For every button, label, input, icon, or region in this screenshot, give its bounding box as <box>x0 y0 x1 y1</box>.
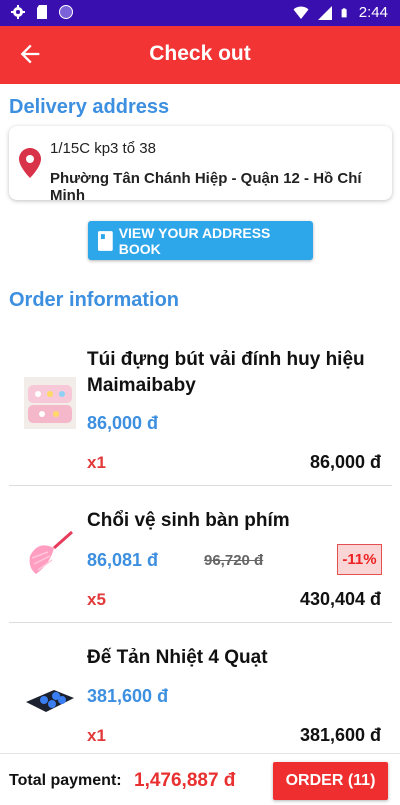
status-time: 2:44 <box>358 4 388 21</box>
product-old-price: 96,720 đ <box>204 552 264 569</box>
app-bar: Check out <box>0 26 400 84</box>
checkout-bar: Total payment: 1,476,887 đ ORDER (11) <box>0 753 400 805</box>
product-price: 86,081 đ <box>87 550 159 570</box>
total-payment-label: Total payment: <box>9 772 122 789</box>
delivery-address-heading: Delivery address <box>9 96 170 118</box>
product-name: Chổi vệ sinh bàn phím <box>87 510 290 531</box>
status-bar: 2:44 <box>0 0 400 26</box>
divider <box>9 622 392 623</box>
wifi-icon <box>293 6 309 19</box>
product-image <box>24 377 76 429</box>
product-name: Đế Tản Nhiệt 4 Quạt <box>87 647 268 668</box>
divider <box>9 485 392 486</box>
product-total: 381,600 đ <box>299 725 381 745</box>
view-address-book-label: VIEW YOUR ADDRESS BOOK <box>118 224 271 257</box>
circle-icon <box>59 5 73 19</box>
order-information-heading: Order information <box>9 289 180 311</box>
address-line-1: 1/15C kp3 tổ 38 <box>50 140 156 157</box>
product-total: 86,000 đ <box>309 452 381 472</box>
product-price: 86,000 đ <box>87 413 159 433</box>
product-quantity: x1 <box>87 726 106 745</box>
order-button[interactable]: ORDER (11) <box>273 762 388 800</box>
product-quantity: x1 <box>87 453 106 472</box>
view-address-book-button[interactable]: VIEW YOUR ADDRESS BOOK <box>88 221 313 260</box>
address-book-icon <box>97 230 113 251</box>
gear-icon <box>11 5 25 19</box>
location-pin-icon <box>19 148 41 178</box>
address-line-2: Phường Tân Chánh Hiệp - Quận 12 - Hồ Chí… <box>50 170 362 204</box>
product-quantity: x5 <box>87 590 106 609</box>
address-card[interactable]: 1/15C kp3 tổ 38 Phường Tân Chánh Hiệp - … <box>9 126 392 204</box>
sd-card-icon <box>37 5 47 19</box>
product-image <box>24 526 76 578</box>
product-name: Túi đựng bút vải đính huy hiệu Maimaibab… <box>87 349 365 396</box>
signal-icon <box>317 5 332 20</box>
product-total: 430,404 đ <box>299 589 381 609</box>
discount-badge: -11% <box>337 544 382 575</box>
page-title: Check out <box>149 42 251 65</box>
total-payment-value: 1,476,887 đ <box>134 770 236 791</box>
product-image <box>24 668 76 720</box>
product-price: 381,600 đ <box>87 686 169 706</box>
battery-icon <box>341 7 347 17</box>
